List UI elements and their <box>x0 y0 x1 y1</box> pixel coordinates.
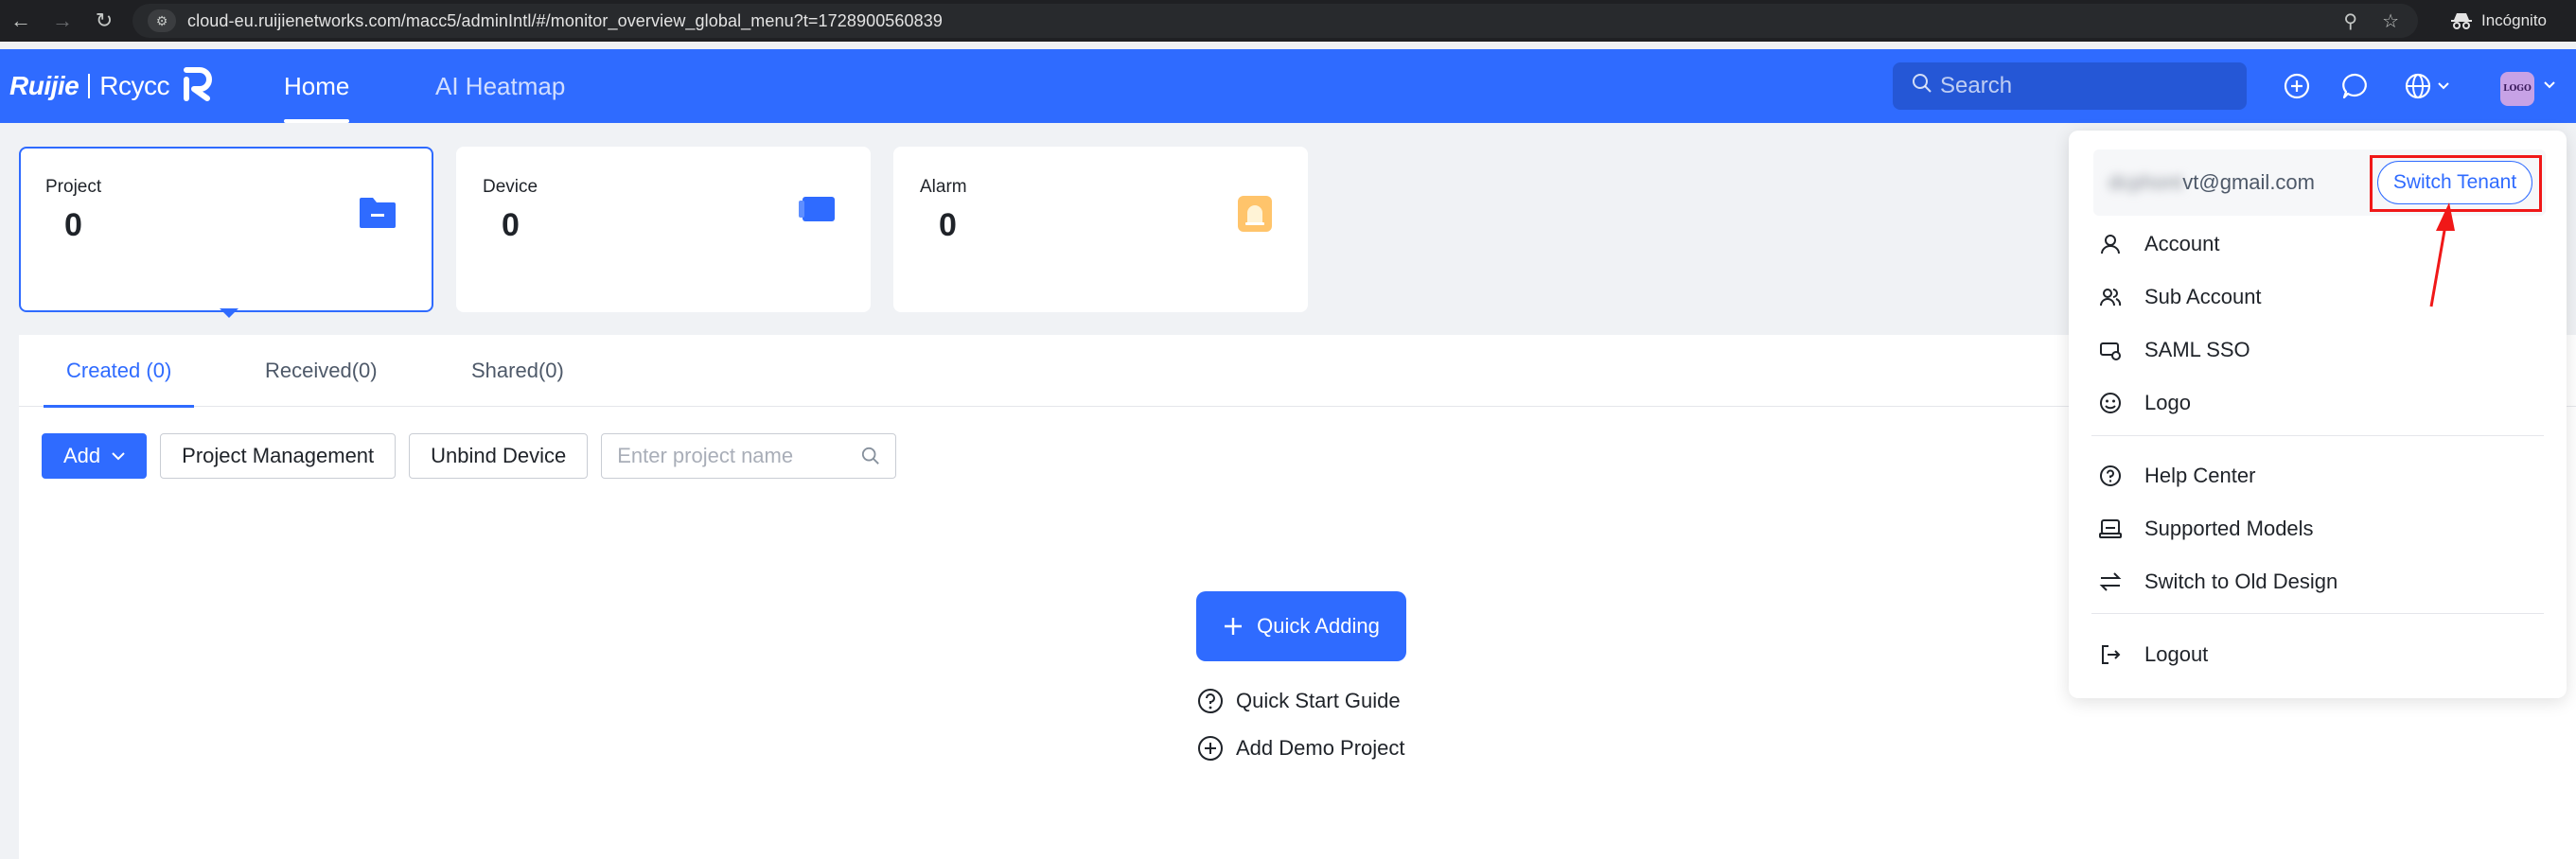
site-settings-icon[interactable]: ⚙ <box>148 9 176 32</box>
reload-icon[interactable]: ↻ <box>85 0 123 42</box>
menu-divider <box>2091 613 2544 614</box>
forward-icon[interactable]: → <box>44 0 81 42</box>
project-search-input[interactable] <box>617 444 845 468</box>
tab-received[interactable]: Received(0) <box>265 335 378 407</box>
email-visible: vt@gmail.com <box>2182 170 2315 194</box>
device-models-icon <box>2099 519 2122 538</box>
help-circle-icon <box>1198 689 1223 713</box>
browser-toolbar: ← → ↻ ⚙ cloud-eu.ruijienetworks.com/macc… <box>0 0 2576 42</box>
brand-ruijie: Ruijie <box>9 70 79 100</box>
project-management-button[interactable]: Project Management <box>160 433 397 479</box>
global-search[interactable] <box>1893 62 2247 110</box>
app-header: Ruijie Rcycc Home AI Heatmap LOGO <box>0 49 2576 123</box>
annotation-arrow-icon <box>2429 202 2455 307</box>
stat-card-project[interactable]: Project 0 <box>19 147 433 312</box>
menu-item-label: Logo <box>2144 391 2191 414</box>
sso-icon <box>2100 342 2121 360</box>
swap-icon <box>2099 572 2122 591</box>
menu-item-label: Switch to Old Design <box>2144 570 2338 593</box>
menu-item-help-center[interactable]: Help Center <box>2099 457 2255 495</box>
menu-item-supported-models[interactable]: Supported Models <box>2099 510 2314 548</box>
reyee-mark-icon <box>179 64 217 107</box>
menu-item-switch-old-design[interactable]: Switch to Old Design <box>2099 563 2338 601</box>
brand-divider <box>88 73 91 98</box>
search-icon <box>862 447 880 465</box>
help-circle-icon <box>2100 465 2121 486</box>
device-icon <box>797 194 837 229</box>
chevron-down-icon[interactable] <box>2544 81 2555 89</box>
user-email: dcphontvt@gmail.com <box>2108 170 2315 195</box>
language-selector[interactable] <box>2404 70 2457 102</box>
quick-adding-button[interactable]: Quick Adding <box>1196 591 1406 661</box>
brand-logo[interactable]: Ruijie Rcycc <box>9 64 217 107</box>
brand-reyee: Rcycc <box>99 70 169 100</box>
search-icon <box>1912 73 1932 100</box>
active-card-pointer <box>220 308 238 318</box>
stat-label: Project <box>45 177 102 197</box>
email-redacted: dcphont <box>2108 170 2183 194</box>
avatar[interactable]: LOGO <box>2500 72 2534 106</box>
back-icon[interactable]: ← <box>2 0 40 42</box>
chevron-down-icon <box>112 451 125 460</box>
folder-icon <box>358 196 397 235</box>
menu-item-label: Supported Models <box>2144 517 2314 540</box>
menu-item-label: Sub Account <box>2144 285 2262 308</box>
menu-item-logout[interactable]: Logout <box>2099 636 2208 674</box>
project-search[interactable] <box>601 433 897 479</box>
unbind-device-button[interactable]: Unbind Device <box>409 433 589 479</box>
demo-project-label: Add Demo Project <box>1236 736 1405 760</box>
menu-item-label: Logout <box>2144 642 2209 666</box>
search-input[interactable] <box>1940 73 2224 99</box>
quick-start-label: Quick Start Guide <box>1236 689 1401 712</box>
add-button-label: Add <box>63 444 101 467</box>
logout-icon <box>2102 645 2121 664</box>
tab-created[interactable]: Created (0) <box>43 335 195 408</box>
zoom-icon[interactable]: ⚲ <box>2343 9 2357 33</box>
url-text: cloud-eu.ruijienetworks.com/macc5/adminI… <box>187 10 943 30</box>
incognito-label: Incógnito <box>2481 11 2547 29</box>
menu-item-account[interactable]: Account <box>2099 225 2220 263</box>
menu-item-label: Account <box>2144 232 2220 255</box>
globe-icon <box>2405 73 2431 99</box>
plus-icon <box>1225 618 1243 635</box>
tab-shared[interactable]: Shared(0) <box>471 335 564 407</box>
menu-item-label: SAML SSO <box>2144 338 2250 361</box>
add-button[interactable]: Add <box>42 433 148 479</box>
message-icon[interactable] <box>2339 70 2372 102</box>
bookmark-star-icon[interactable]: ☆ <box>2382 9 2399 33</box>
menu-item-saml-sso[interactable]: SAML SSO <box>2099 331 2250 369</box>
quick-start-guide-link[interactable]: Quick Start Guide <box>1196 687 1401 715</box>
menu-item-logo[interactable]: Logo <box>2099 384 2191 422</box>
add-circle-icon[interactable] <box>2281 70 2313 102</box>
stat-card-alarm[interactable]: Alarm 0 <box>893 147 1308 312</box>
tab-ai-heatmap[interactable]: AI Heatmap <box>435 49 565 123</box>
chevron-down-icon <box>2438 82 2449 90</box>
user-icon <box>2101 235 2120 254</box>
smile-icon <box>2100 393 2121 413</box>
quick-adding-label: Quick Adding <box>1257 614 1380 638</box>
stat-card-device[interactable]: Device 0 <box>456 147 871 312</box>
menu-item-label: Help Center <box>2144 464 2256 487</box>
tab-home[interactable]: Home <box>284 49 350 123</box>
menu-divider <box>2091 435 2544 436</box>
menu-item-sub-account[interactable]: Sub Account <box>2099 278 2262 316</box>
incognito-indicator[interactable]: Incógnito <box>2440 4 2558 38</box>
users-icon <box>2100 289 2122 307</box>
user-dropdown-menu: dcphontvt@gmail.com Switch Tenant Accoun… <box>2069 131 2567 698</box>
project-toolbar: Add Project Management Unbind Device <box>42 433 897 479</box>
add-circle-icon <box>1198 736 1223 761</box>
address-bar[interactable]: ⚙ cloud-eu.ruijienetworks.com/macc5/admi… <box>132 4 2418 38</box>
incognito-icon <box>2451 12 2472 29</box>
alarm-icon <box>1236 194 1274 240</box>
add-demo-project-link[interactable]: Add Demo Project <box>1196 734 1405 763</box>
